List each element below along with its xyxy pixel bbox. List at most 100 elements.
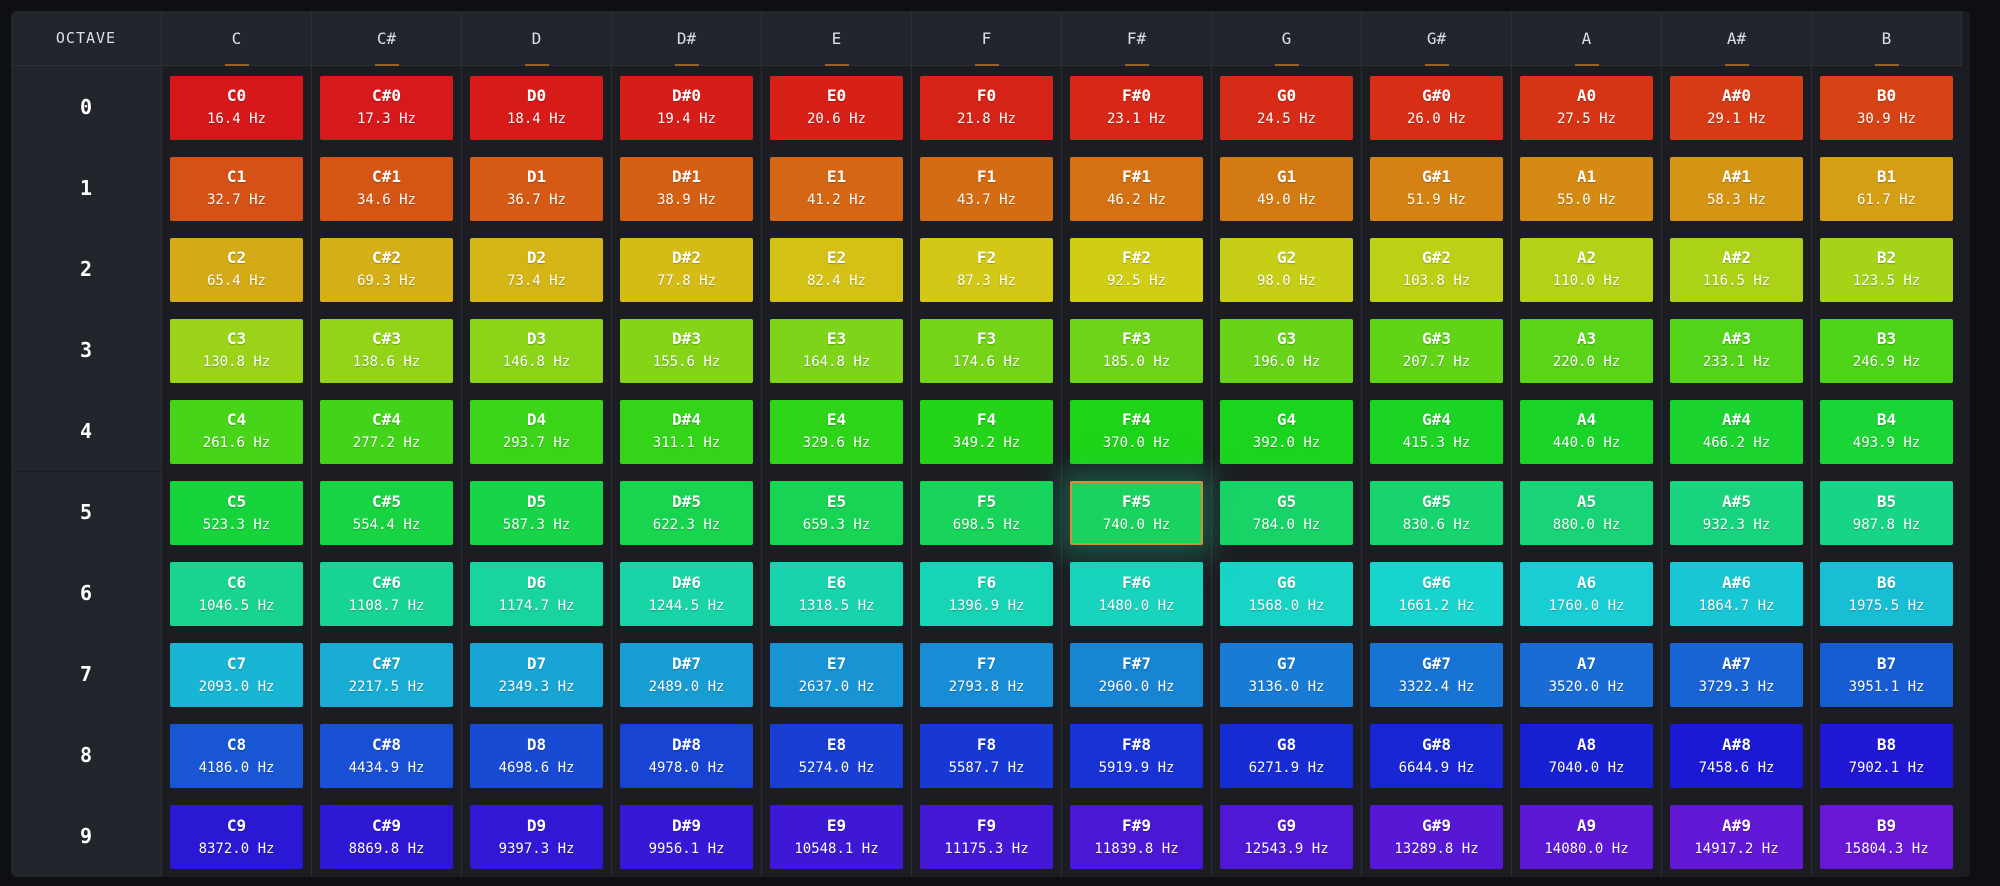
note-cell[interactable]: D#5 622.3 Hz [620,481,753,546]
note-cell[interactable]: C6 1046.5 Hz [170,562,303,627]
note-cell[interactable]: C#1 34.6 Hz [320,156,453,221]
note-cell[interactable]: G#2 103.8 Hz [1370,237,1503,302]
note-cell[interactable]: A3 220.0 Hz [1520,318,1653,383]
note-cell[interactable]: C#4 277.2 Hz [320,399,453,464]
note-cell[interactable]: A#2 116.5 Hz [1670,237,1803,302]
note-cell[interactable]: F1 43.7 Hz [920,156,1053,221]
note-cell[interactable]: C#8 4434.9 Hz [320,724,453,789]
note-cell[interactable]: D#8 4978.0 Hz [620,724,753,789]
note-cell[interactable]: G4 392.0 Hz [1220,399,1353,464]
note-cell[interactable]: C8 4186.0 Hz [170,724,303,789]
note-cell[interactable]: D9 9397.3 Hz [470,805,603,870]
note-cell[interactable]: G7 3136.0 Hz [1220,643,1353,708]
note-cell[interactable]: F#4 370.0 Hz [1070,399,1203,464]
note-cell[interactable]: E3 164.8 Hz [770,318,903,383]
note-cell[interactable]: A#5 932.3 Hz [1670,481,1803,546]
note-cell[interactable]: B3 246.9 Hz [1820,318,1953,383]
note-cell[interactable]: E0 20.6 Hz [770,75,903,140]
note-cell[interactable]: F#8 5919.9 Hz [1070,724,1203,789]
note-cell[interactable]: A1 55.0 Hz [1520,156,1653,221]
note-cell[interactable]: B0 30.9 Hz [1820,75,1953,140]
note-cell[interactable]: G8 6271.9 Hz [1220,724,1353,789]
note-cell[interactable]: C1 32.7 Hz [170,156,303,221]
note-cell[interactable]: E8 5274.0 Hz [770,724,903,789]
note-cell[interactable]: D#0 19.4 Hz [620,75,753,140]
note-cell[interactable]: A#0 29.1 Hz [1670,75,1803,140]
note-cell[interactable]: C9 8372.0 Hz [170,805,303,870]
note-cell[interactable]: C0 16.4 Hz [170,75,303,140]
note-cell[interactable]: C3 130.8 Hz [170,318,303,383]
note-cell[interactable]: D2 73.4 Hz [470,237,603,302]
note-cell[interactable]: D6 1174.7 Hz [470,562,603,627]
note-cell[interactable]: G9 12543.9 Hz [1220,805,1353,870]
note-cell[interactable]: G3 196.0 Hz [1220,318,1353,383]
note-cell[interactable]: D#3 155.6 Hz [620,318,753,383]
note-cell[interactable]: C2 65.4 Hz [170,237,303,302]
note-cell[interactable]: C#6 1108.7 Hz [320,562,453,627]
note-cell[interactable]: F#7 2960.0 Hz [1070,643,1203,708]
note-cell[interactable]: A2 110.0 Hz [1520,237,1653,302]
note-cell[interactable]: F7 2793.8 Hz [920,643,1053,708]
note-cell[interactable]: A0 27.5 Hz [1520,75,1653,140]
note-cell[interactable]: A#9 14917.2 Hz [1670,805,1803,870]
note-cell[interactable]: B8 7902.1 Hz [1820,724,1953,789]
note-cell[interactable]: F8 5587.7 Hz [920,724,1053,789]
note-cell[interactable]: F#6 1480.0 Hz [1070,562,1203,627]
note-cell[interactable]: G#7 3322.4 Hz [1370,643,1503,708]
note-cell[interactable]: F#3 185.0 Hz [1070,318,1203,383]
note-cell[interactable]: D#6 1244.5 Hz [620,562,753,627]
note-cell[interactable]: C#9 8869.8 Hz [320,805,453,870]
note-cell[interactable]: F5 698.5 Hz [920,481,1053,546]
note-cell[interactable]: B6 1975.5 Hz [1820,562,1953,627]
note-cell[interactable]: C#5 554.4 Hz [320,481,453,546]
note-cell[interactable]: G5 784.0 Hz [1220,481,1353,546]
note-cell[interactable]: A5 880.0 Hz [1520,481,1653,546]
note-cell[interactable]: C#2 69.3 Hz [320,237,453,302]
note-cell[interactable]: C#3 138.6 Hz [320,318,453,383]
note-cell[interactable]: G#6 1661.2 Hz [1370,562,1503,627]
note-cell[interactable]: E5 659.3 Hz [770,481,903,546]
note-cell[interactable]: B7 3951.1 Hz [1820,643,1953,708]
note-cell[interactable]: F9 11175.3 Hz [920,805,1053,870]
note-cell[interactable]: E2 82.4 Hz [770,237,903,302]
note-cell[interactable]: D#7 2489.0 Hz [620,643,753,708]
note-cell[interactable]: B2 123.5 Hz [1820,237,1953,302]
note-cell[interactable]: D7 2349.3 Hz [470,643,603,708]
note-cell[interactable]: D#4 311.1 Hz [620,399,753,464]
note-cell[interactable]: G#5 830.6 Hz [1370,481,1503,546]
note-cell[interactable]: G#0 26.0 Hz [1370,75,1503,140]
note-cell[interactable]: D#2 77.8 Hz [620,237,753,302]
note-cell[interactable]: D0 18.4 Hz [470,75,603,140]
note-cell[interactable]: G#3 207.7 Hz [1370,318,1503,383]
note-cell[interactable]: G#9 13289.8 Hz [1370,805,1503,870]
note-cell[interactable]: A7 3520.0 Hz [1520,643,1653,708]
note-cell[interactable]: E6 1318.5 Hz [770,562,903,627]
note-cell[interactable]: D4 293.7 Hz [470,399,603,464]
note-cell[interactable]: F0 21.8 Hz [920,75,1053,140]
note-cell[interactable]: F#9 11839.8 Hz [1070,805,1203,870]
note-cell[interactable]: D5 587.3 Hz [470,481,603,546]
note-cell[interactable]: E7 2637.0 Hz [770,643,903,708]
note-cell[interactable]: A#3 233.1 Hz [1670,318,1803,383]
note-cell[interactable]: A9 14080.0 Hz [1520,805,1653,870]
note-cell-active[interactable]: F#5 740.0 Hz [1070,481,1203,546]
note-cell[interactable]: A#1 58.3 Hz [1670,156,1803,221]
note-cell[interactable]: D#9 9956.1 Hz [620,805,753,870]
note-cell[interactable]: A4 440.0 Hz [1520,399,1653,464]
note-cell[interactable]: F#2 92.5 Hz [1070,237,1203,302]
note-cell[interactable]: D8 4698.6 Hz [470,724,603,789]
note-cell[interactable]: A#6 1864.7 Hz [1670,562,1803,627]
note-cell[interactable]: C#0 17.3 Hz [320,75,453,140]
note-cell[interactable]: F3 174.6 Hz [920,318,1053,383]
note-cell[interactable]: A8 7040.0 Hz [1520,724,1653,789]
note-cell[interactable]: A6 1760.0 Hz [1520,562,1653,627]
note-cell[interactable]: G6 1568.0 Hz [1220,562,1353,627]
note-cell[interactable]: F#1 46.2 Hz [1070,156,1203,221]
note-cell[interactable]: B5 987.8 Hz [1820,481,1953,546]
note-cell[interactable]: C4 261.6 Hz [170,399,303,464]
note-cell[interactable]: F6 1396.9 Hz [920,562,1053,627]
note-cell[interactable]: C7 2093.0 Hz [170,643,303,708]
note-cell[interactable]: C5 523.3 Hz [170,481,303,546]
note-cell[interactable]: D1 36.7 Hz [470,156,603,221]
note-cell[interactable]: G#1 51.9 Hz [1370,156,1503,221]
